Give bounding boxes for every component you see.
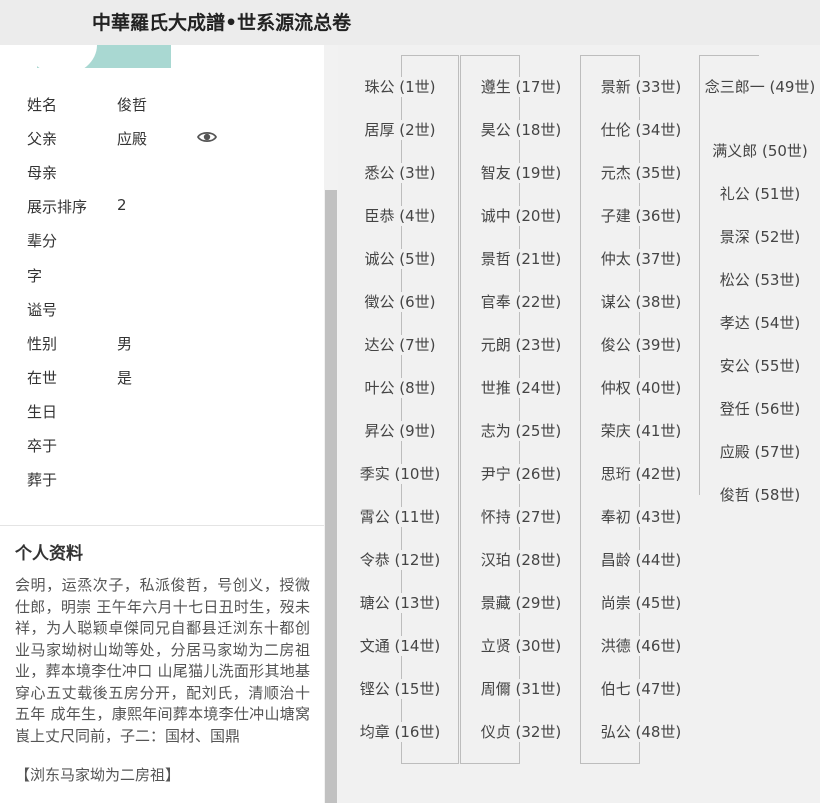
generation-item[interactable]: 伯七 (47世) <box>586 679 696 699</box>
info-value[interactable]: 应殿 <box>117 128 147 149</box>
generation-item[interactable]: 文通 (14世) <box>350 636 450 656</box>
info-value: 2 <box>117 196 127 215</box>
generation-column-base <box>401 763 459 764</box>
left-panel-scrollbar[interactable] <box>324 45 338 803</box>
generation-item[interactable]: 思珩 (42世) <box>586 464 696 484</box>
generation-item[interactable]: 遵生 (17世) <box>466 77 576 97</box>
generation-item[interactable]: 悉公 (3世) <box>350 163 450 183</box>
generation-item[interactable]: 景哲 (21世) <box>466 249 576 269</box>
generation-item[interactable]: 臣恭 (4世) <box>350 206 450 226</box>
info-label: 卒于 <box>27 437 58 455</box>
generation-item[interactable]: 安公 (55世) <box>702 356 818 376</box>
generation-item[interactable]: 仲权 (40世) <box>586 378 696 398</box>
generation-item[interactable]: 仲太 (37世) <box>586 249 696 269</box>
profile-bio: 会明，运烝次子，私派俊哲，号创义，授微仕郎，明崇 王午年六月十七日丑时生，歿未祥… <box>15 576 310 745</box>
info-value: 是 <box>117 368 133 387</box>
generation-item[interactable]: 令恭 (12世) <box>350 550 450 570</box>
generation-item[interactable]: 诚中 (20世) <box>466 206 576 226</box>
info-label: 展示排序 <box>27 198 88 217</box>
generation-item[interactable]: 尹宁 (26世) <box>466 464 576 484</box>
generation-item[interactable]: 诚公 (5世) <box>350 249 450 269</box>
generation-item[interactable]: 居厚 (2世) <box>350 120 450 140</box>
generation-item[interactable]: 景深 (52世) <box>702 227 818 247</box>
generation-item[interactable]: 元杰 (35世) <box>586 163 696 183</box>
generation-item[interactable]: 孝达 (54世) <box>702 313 818 333</box>
generation-item[interactable]: 珠公 (1世) <box>350 77 450 97</box>
generation-item[interactable]: 仕伦 (34世) <box>586 120 696 140</box>
generation-item[interactable]: 景藏 (29世) <box>466 593 576 613</box>
generation-item[interactable]: 立贤 (30世) <box>466 636 576 656</box>
generation-item[interactable]: 礼公 (51世) <box>702 184 818 204</box>
generation-column-frame <box>401 55 459 763</box>
info-label: 辈分 <box>27 232 58 251</box>
profile-tag: 【浏东马家坳为二房祖】 <box>15 766 181 784</box>
generation-item[interactable]: 松公 (53世) <box>702 270 818 290</box>
info-value: 俊哲 <box>117 96 148 114</box>
generation-item[interactable]: 弘公 (48世) <box>586 722 696 742</box>
generation-item[interactable]: 叶公 (8世) <box>350 378 450 398</box>
generation-item[interactable]: 达公 (7世) <box>350 335 450 355</box>
generation-item[interactable]: 世推 (24世) <box>466 378 576 398</box>
generation-item[interactable]: 荣庆 (41世) <box>586 421 696 441</box>
info-label: 谥号 <box>27 300 58 319</box>
generation-column-base <box>580 763 640 764</box>
generation-item[interactable]: 均章 (16世) <box>350 722 450 742</box>
generation-item[interactable]: 洪德 (46世) <box>586 636 696 656</box>
generation-item[interactable]: 徵公 (6世) <box>350 292 450 312</box>
page-title: 中華羅氏大成譜•世系源流总卷 <box>92 12 352 34</box>
lineage-tree-panel: 珠公 (1世) 居厚 (2世) 悉公 (3世) 臣恭 (4世) 诚公 (5世) 徵公 (6… <box>338 45 820 803</box>
generation-column-base <box>460 763 520 764</box>
profile-section-title: 个人资料 <box>15 544 83 564</box>
info-label: 生日 <box>27 402 58 421</box>
info-label: 父亲 <box>27 130 58 149</box>
generation-column-frame <box>460 55 520 763</box>
generation-item[interactable]: 登任 (56世) <box>702 399 818 419</box>
generation-item[interactable]: 怀持 (27世) <box>466 507 576 527</box>
generation-item[interactable]: 谋公 (38世) <box>586 292 696 312</box>
app-header: 中華羅氏大成譜•世系源流总卷 <box>0 0 820 45</box>
generation-item[interactable]: 霄公 (11世) <box>350 507 450 527</box>
generation-item[interactable]: 官奉 (22世) <box>466 292 576 312</box>
info-label: 性别 <box>27 334 58 353</box>
generation-item[interactable]: 仪贞 (32世) <box>466 722 576 742</box>
generation-item[interactable]: 昇公 (9世) <box>350 421 450 441</box>
generation-item[interactable]: 季实 (10世) <box>350 464 450 484</box>
person-detail-panel: 姓名 俊哲父亲 应殿母亲展示排序 2 辈分字谥号性别 男在世 是生日卒于葬于 个人资料 会明… <box>0 45 324 803</box>
section-divider <box>0 525 324 526</box>
generation-item[interactable]: 子建 (36世) <box>586 206 696 226</box>
generation-item[interactable]: 应殿 (57世) <box>702 442 818 462</box>
generation-item[interactable]: 念三郎一 (49世) <box>702 77 818 97</box>
generation-item[interactable]: 志为 (25世) <box>466 421 576 441</box>
info-label: 在世 <box>27 368 58 387</box>
scrollbar-thumb[interactable] <box>325 190 337 803</box>
info-label: 字 <box>27 266 43 285</box>
generation-item[interactable]: 满义郎 (50世) <box>702 141 818 161</box>
generation-item[interactable]: 汉珀 (28世) <box>466 550 576 570</box>
portrait-image <box>37 45 171 68</box>
generation-item[interactable]: 景新 (33世) <box>586 77 696 97</box>
generation-item[interactable]: 俊公 (39世) <box>586 335 696 355</box>
generation-item[interactable]: 智友 (19世) <box>466 163 576 183</box>
info-label: 姓名 <box>27 96 58 114</box>
info-label: 母亲 <box>27 164 58 183</box>
generation-column-frame <box>580 55 640 763</box>
generation-item[interactable]: 尚崇 (45世) <box>586 593 696 613</box>
generation-item[interactable]: 俊哲 (58世) <box>702 485 818 505</box>
generation-item[interactable]: 奉初 (43世) <box>586 507 696 527</box>
generation-item[interactable]: 元朗 (23世) <box>466 335 576 355</box>
generation-item[interactable]: 瑭公 (13世) <box>350 593 450 613</box>
info-label: 葬于 <box>27 471 58 490</box>
generation-item[interactable]: 周儞 (31世) <box>466 679 576 699</box>
generation-item[interactable]: 铿公 (15世) <box>350 679 450 699</box>
generation-item[interactable]: 昊公 (18世) <box>466 120 576 140</box>
info-value: 男 <box>117 334 133 353</box>
eye-icon[interactable] <box>197 129 217 145</box>
generation-item[interactable]: 昌龄 (44世) <box>586 550 696 570</box>
